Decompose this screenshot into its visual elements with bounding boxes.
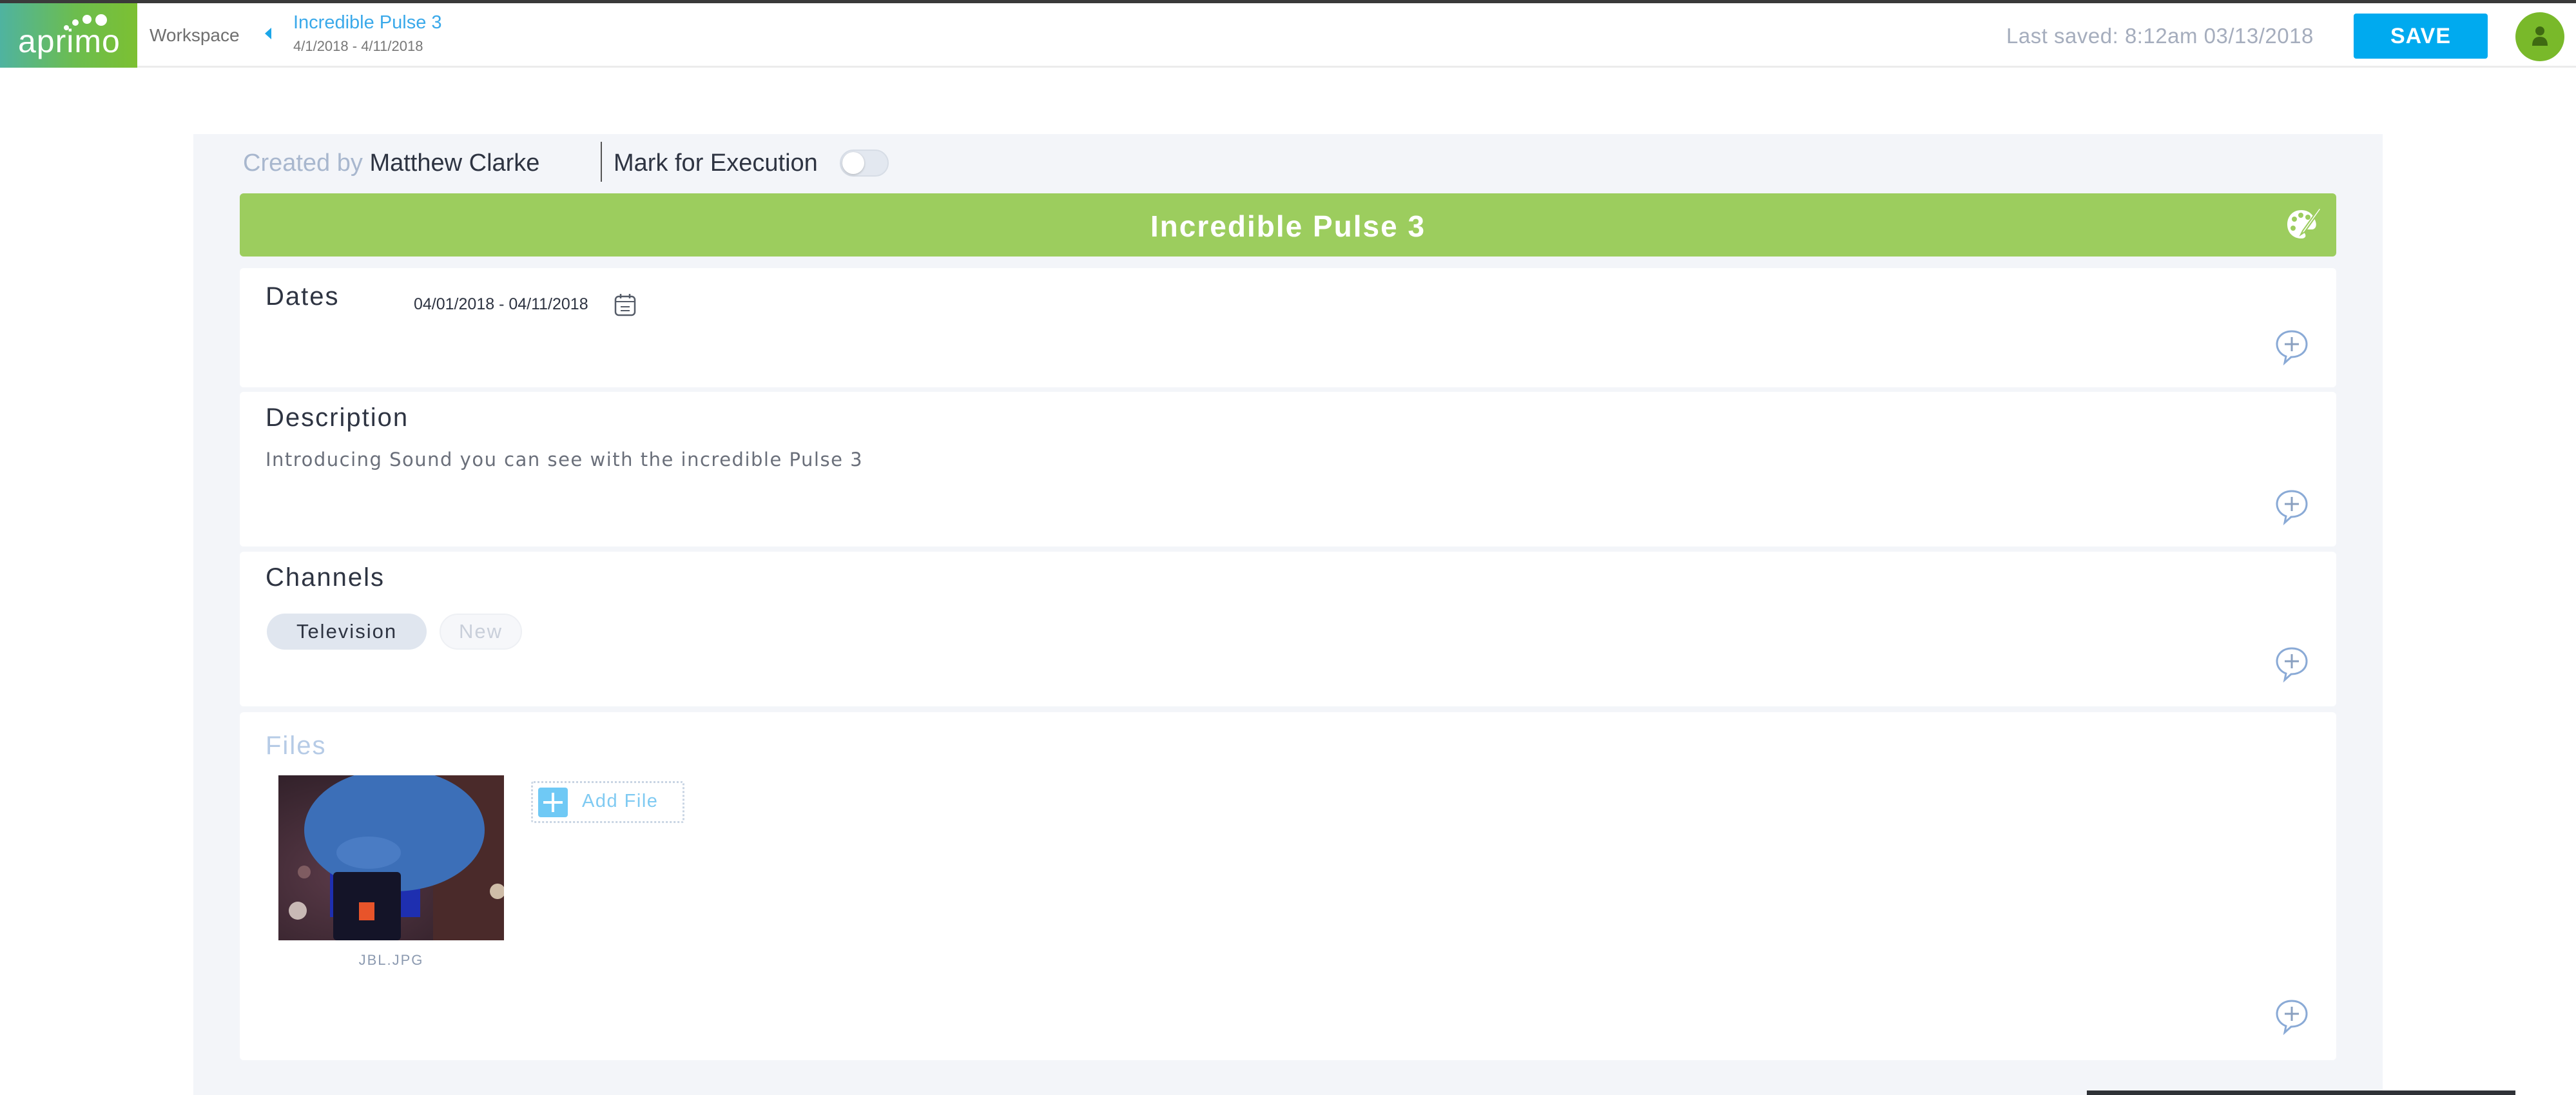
dates-label: Dates xyxy=(266,282,340,311)
save-button[interactable]: SAVE xyxy=(2354,14,2488,59)
add-comment-icon[interactable] xyxy=(2272,997,2312,1037)
channels-section: Channels Television New xyxy=(240,552,2336,706)
app-header: aprimo Workspace Incredible Pulse 3 4/1/… xyxy=(0,3,2576,68)
new-channel-input[interactable]: New xyxy=(440,614,522,650)
description-text[interactable]: Introducing Sound you can see with the i… xyxy=(266,449,863,470)
date-range-value[interactable]: 04/01/2018 - 04/11/2018 xyxy=(414,295,588,314)
file-name: JBL.JPG xyxy=(358,952,424,968)
plus-icon xyxy=(538,788,568,817)
dates-section: Dates 04/01/2018 - 04/11/2018 xyxy=(240,268,2336,387)
calendar-icon[interactable] xyxy=(614,293,637,317)
add-comment-icon[interactable] xyxy=(2272,487,2312,527)
caret-left-icon[interactable] xyxy=(265,28,271,39)
project-title: Incredible Pulse 3 xyxy=(1150,209,1426,243)
bottom-overlay-bar xyxy=(2087,1090,2515,1095)
created-by-label: Created by xyxy=(243,150,363,177)
created-by: Created by Matthew Clarke xyxy=(243,150,539,177)
breadcrumb-dates: 4/1/2018 - 4/11/2018 xyxy=(293,38,423,54)
add-file-label: Add File xyxy=(582,791,659,811)
image-thumbnail-icon xyxy=(278,775,504,940)
add-comment-icon[interactable] xyxy=(2272,644,2312,684)
created-by-name: Matthew Clarke xyxy=(369,150,540,177)
description-label: Description xyxy=(266,403,409,432)
project-title-bar: Incredible Pulse 3 xyxy=(240,193,2336,257)
logo-text: aprimo xyxy=(18,23,121,59)
description-section: Description Introducing Sound you can se… xyxy=(240,392,2336,547)
add-comment-icon[interactable] xyxy=(2272,327,2312,367)
last-saved-status: Last saved: 8:12am 03/13/2018 xyxy=(2006,24,2314,48)
add-file-button[interactable]: Add File xyxy=(531,781,684,823)
mark-for-execution-label: Mark for Execution xyxy=(614,150,818,177)
breadcrumb-workspace[interactable]: Workspace xyxy=(150,25,240,46)
files-label: Files xyxy=(266,732,327,760)
files-section: Files JBL.JPG Add File xyxy=(240,712,2336,1060)
breadcrumb-current-title: Incredible Pulse 3 xyxy=(293,12,442,33)
user-icon xyxy=(2532,26,2548,46)
mark-for-execution-toggle[interactable] xyxy=(840,150,889,177)
channels-label: Channels xyxy=(266,563,385,592)
channel-chip-television[interactable]: Television xyxy=(267,614,427,650)
aprimo-logo[interactable]: aprimo xyxy=(0,3,137,68)
toggle-knob xyxy=(842,152,864,174)
palette-icon[interactable] xyxy=(2283,205,2322,244)
divider xyxy=(601,142,602,182)
avatar[interactable] xyxy=(2515,12,2564,61)
file-thumbnail[interactable] xyxy=(278,775,504,940)
